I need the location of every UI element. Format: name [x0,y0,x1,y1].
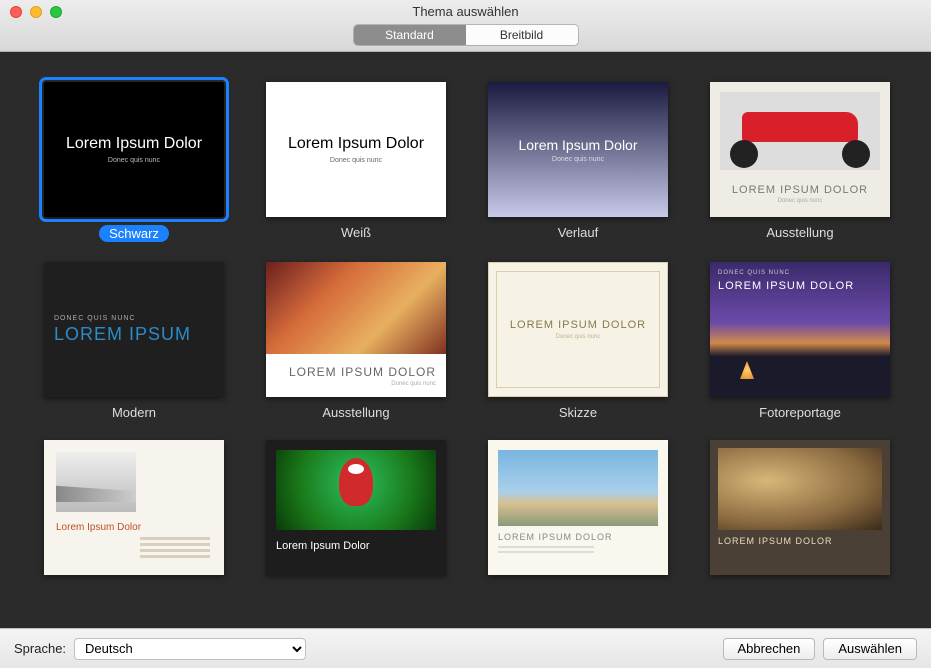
bridge-image-icon [56,452,136,512]
theme-thumbnail: DONEC QUIS NUNC LOREM IPSUM [44,262,224,397]
theme-label: Skizze [559,405,597,420]
window-controls [10,6,62,18]
theme-label: Fotoreportage [759,405,841,420]
theme-thumbnail: LOREM IPSUM DOLOR [710,440,890,575]
theme-row3-c[interactable]: LOREM IPSUM DOLOR [488,440,668,575]
theme-thumbnail: Lorem Ipsum Dolor Donec quis nunc [266,82,446,217]
thumb-title: LOREM IPSUM DOLOR [718,536,882,546]
thumb-subtitle: Donec quis nunc [556,334,601,340]
thumb-title: LOREM IPSUM [54,324,214,345]
window-title: Thema auswählen [412,4,518,19]
motorcycle-icon [720,92,880,170]
choose-button[interactable]: Auswählen [823,638,917,660]
thumb-title: Lorem Ipsum Dolor [66,135,202,153]
thumb-title: Lorem Ipsum Dolor [518,137,637,153]
theme-ausstellung-1[interactable]: LOREM IPSUM DOLOR Donec quis nunc Ausste… [710,82,890,242]
thumb-title: Lorem Ipsum Dolor [276,540,436,552]
theme-thumbnail: Lorem Ipsum Dolor [266,440,446,575]
thumb-title: LOREM IPSUM DOLOR [510,319,646,331]
thumb-title: LOREM IPSUM DOLOR [498,532,658,542]
theme-label: Ausstellung [322,405,389,420]
theme-weiss[interactable]: Lorem Ipsum Dolor Donec quis nunc Weiß [266,82,446,242]
theme-thumbnail: Lorem Ipsum Dolor Donec quis nunc [44,82,224,217]
theme-thumbnail: Lorem Ipsum Dolor Donec quis nunc [488,82,668,217]
theme-row3-d[interactable]: LOREM IPSUM DOLOR [710,440,890,575]
theme-label: Ausstellung [766,225,833,240]
theme-modern[interactable]: DONEC QUIS NUNC LOREM IPSUM Modern [44,262,224,420]
theme-thumbnail: DONEC QUIS NUNC LOREM IPSUM DOLOR [710,262,890,397]
theme-label: Schwarz [99,225,169,242]
coast-image-icon [498,450,658,526]
thumb-subtitle: Donec quis nunc [108,157,160,164]
minimize-icon[interactable] [30,6,42,18]
theme-schwarz[interactable]: Lorem Ipsum Dolor Donec quis nunc Schwar… [44,82,224,242]
thumb-subtitle: Donec quis nunc [330,157,382,164]
close-icon[interactable] [10,6,22,18]
theme-fotoreportage[interactable]: DONEC QUIS NUNC LOREM IPSUM DOLOR Fotore… [710,262,890,420]
theme-thumbnail: LOREM IPSUM DOLOR Donec quis nunc [266,262,446,397]
theme-thumbnail: LOREM IPSUM DOLOR Donec quis nunc [488,262,668,397]
cancel-button[interactable]: Abbrechen [723,638,816,660]
theme-label: Modern [112,405,156,420]
theme-thumbnail: Lorem Ipsum Dolor [44,440,224,575]
thumb-subtitle: Donec quis nunc [778,198,823,204]
tab-standard[interactable]: Standard [354,25,466,45]
theme-row3-b[interactable]: Lorem Ipsum Dolor [266,440,446,575]
theme-skizze[interactable]: LOREM IPSUM DOLOR Donec quis nunc Skizze [488,262,668,420]
footer-bar: Sprache: Deutsch Abbrechen Auswählen [0,628,931,668]
tab-wide[interactable]: Breitbild [466,25,578,45]
thumb-subtitle: DONEC QUIS NUNC [54,315,214,322]
theme-thumbnail: LOREM IPSUM DOLOR [488,440,668,575]
language-label: Sprache: [14,641,66,656]
aspect-ratio-tabs: Standard Breitbild [354,25,578,45]
theme-ausstellung-2[interactable]: LOREM IPSUM DOLOR Donec quis nunc Ausste… [266,262,446,420]
zoom-icon[interactable] [50,6,62,18]
thumb-title: Lorem Ipsum Dolor [288,135,424,153]
theme-thumbnail: LOREM IPSUM DOLOR Donec quis nunc [710,82,890,217]
theme-row3-a[interactable]: Lorem Ipsum Dolor [44,440,224,575]
thumb-title: LOREM IPSUM DOLOR [718,280,854,292]
theme-label: Verlauf [558,225,598,240]
thumb-title: Lorem Ipsum Dolor [56,522,212,533]
titlebar: Thema auswählen Standard Breitbild [0,0,931,52]
thumb-title: LOREM IPSUM DOLOR [732,184,868,196]
theme-gallery: Lorem Ipsum Dolor Donec quis nunc Schwar… [0,52,931,628]
abstract-image-icon [266,262,446,354]
thumb-subtitle: Donec quis nunc [552,156,604,163]
thumb-subtitle: DONEC QUIS NUNC [718,270,790,276]
theme-label: Weiß [341,225,371,240]
theme-verlauf[interactable]: Lorem Ipsum Dolor Donec quis nunc Verlau… [488,82,668,242]
thumb-subtitle: Donec quis nunc [391,381,436,387]
parrot-image-icon [276,450,436,530]
language-select[interactable]: Deutsch [74,638,306,660]
thumb-title: LOREM IPSUM DOLOR [289,365,436,379]
pottery-image-icon [718,448,882,530]
